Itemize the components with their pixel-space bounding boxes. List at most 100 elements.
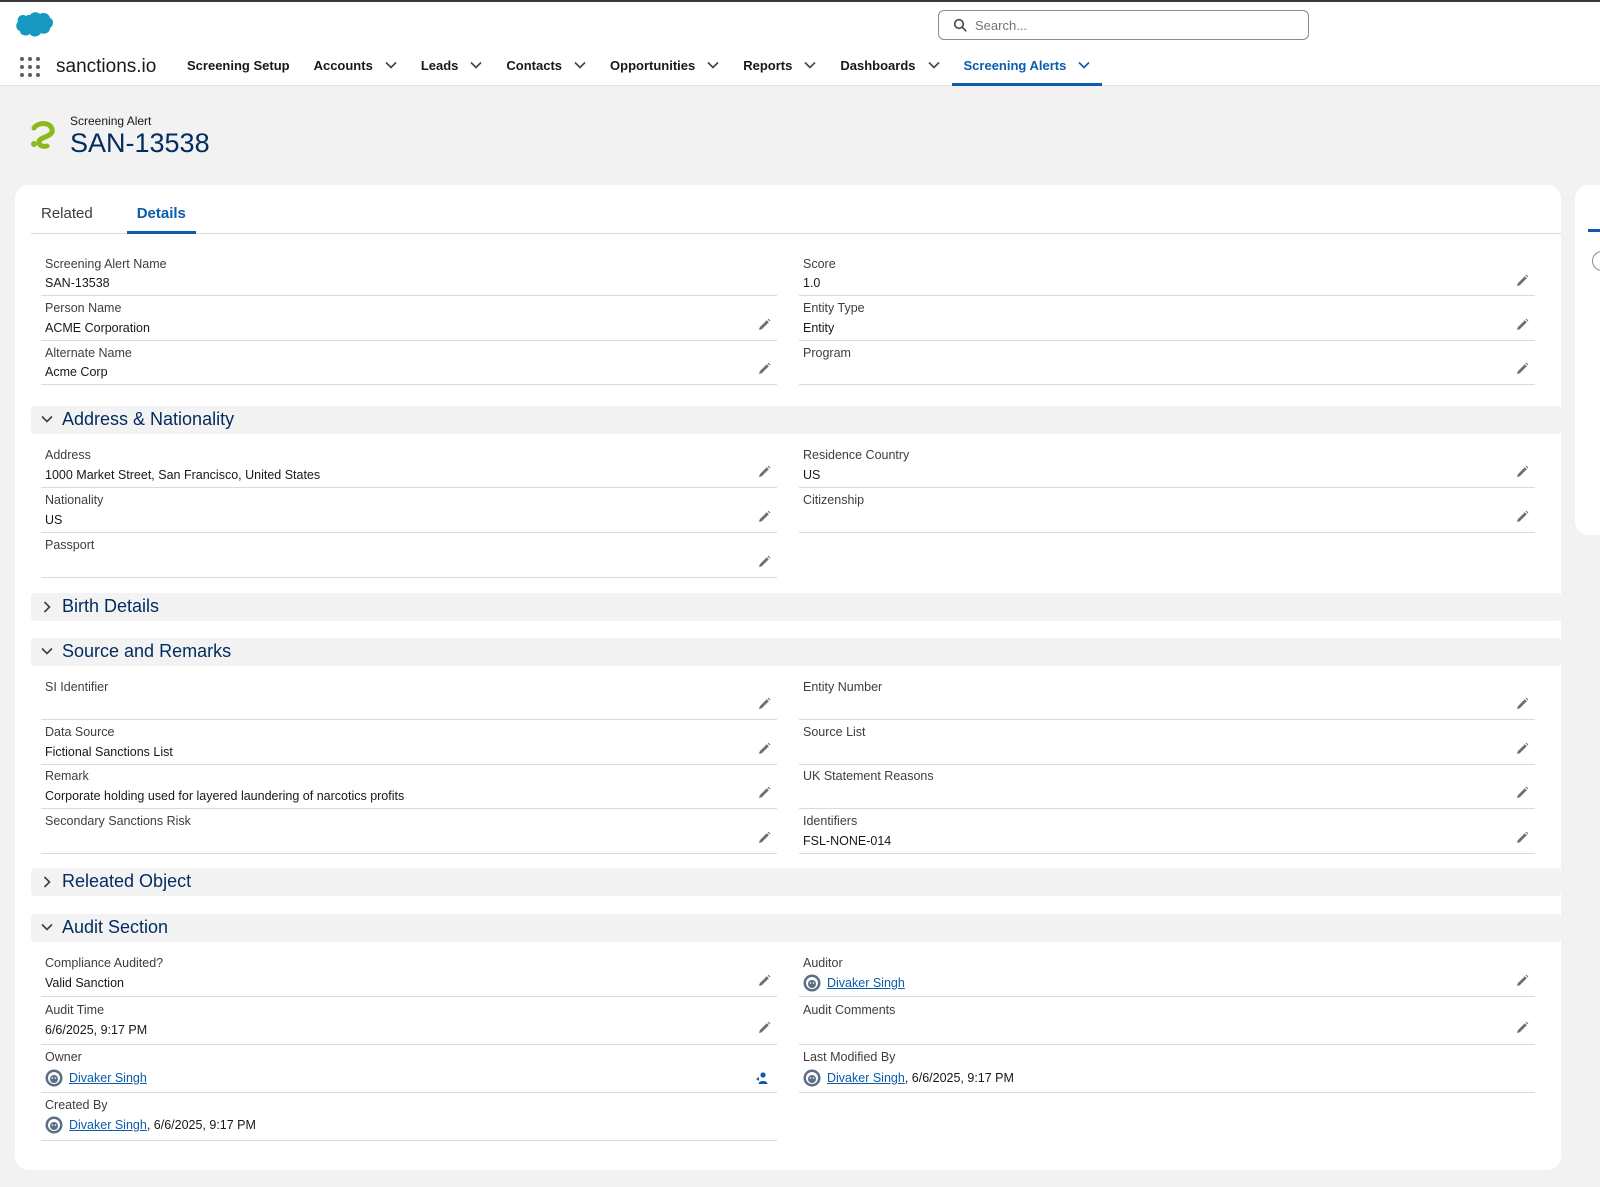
section-audit[interactable]: Audit Section <box>31 914 1561 942</box>
created-by-user-link[interactable]: Divaker Singh <box>69 1118 147 1132</box>
section-related-object[interactable]: Releated Object <box>31 868 1561 896</box>
pencil-edit-icon[interactable] <box>757 318 771 337</box>
field-last-modified-by: Last Modified By Divaker Singh , 6/6/202… <box>799 1046 1535 1093</box>
field-value: Corporate holding used for layered laund… <box>45 789 405 803</box>
app-launcher-icon[interactable] <box>20 57 40 77</box>
chevron-down-icon[interactable] <box>385 61 397 69</box>
nav-item-leads[interactable]: Leads <box>409 52 495 86</box>
pencil-edit-icon[interactable] <box>1515 786 1529 805</box>
global-search-input[interactable]: Search... <box>938 10 1309 40</box>
auditor-user-link[interactable]: Divaker Singh <box>827 976 905 990</box>
nav-item-accounts[interactable]: Accounts <box>302 52 409 86</box>
section-title: Audit Section <box>62 917 169 937</box>
pencil-edit-icon[interactable] <box>757 831 771 850</box>
nav-item-screening-alerts[interactable]: Screening Alerts <box>951 52 1103 86</box>
chevron-down-icon[interactable] <box>470 61 482 69</box>
pencil-edit-icon[interactable] <box>1515 274 1529 293</box>
nav-item-label: Reports <box>743 58 793 73</box>
chevron-right-icon <box>43 601 51 613</box>
field-value: US <box>803 468 821 482</box>
field-label: SI Identifier <box>45 680 109 694</box>
tab-details[interactable]: Details <box>126 199 197 234</box>
section-source-remarks[interactable]: Source and Remarks <box>31 638 1561 666</box>
field-alternate-name: Alternate Name Acme Corp <box>41 342 777 385</box>
sanctions-logo-icon <box>30 120 60 159</box>
record-detail-card: Related Details Screening Alert Name SAN… <box>15 185 1561 1170</box>
pencil-edit-icon[interactable] <box>1515 831 1529 850</box>
change-owner-icon[interactable] <box>755 1071 769 1090</box>
field-address: Address 1000 Market Street, San Francisc… <box>41 444 777 488</box>
owner-user-link[interactable]: Divaker Singh <box>69 1071 147 1085</box>
pencil-edit-icon[interactable] <box>1515 1021 1529 1040</box>
field-label: Alternate Name <box>45 346 132 360</box>
app-name: sanctions.io <box>56 56 157 77</box>
user-avatar-icon <box>45 1069 63 1087</box>
chevron-down-icon[interactable] <box>1078 61 1090 69</box>
chevron-down-icon <box>41 647 53 655</box>
section-address-nationality[interactable]: Address & Nationality <box>31 406 1561 434</box>
pencil-edit-icon[interactable] <box>757 974 771 993</box>
field-label: Entity Type <box>803 301 865 315</box>
pencil-edit-icon[interactable] <box>757 465 771 484</box>
record-title: SAN-13538 <box>70 128 210 158</box>
field-entity-type: Entity Type Entity <box>799 297 1535 341</box>
field-label: Address <box>45 448 91 462</box>
pencil-edit-icon[interactable] <box>1515 742 1529 761</box>
chevron-right-icon <box>43 876 51 888</box>
nav-item-opportunities[interactable]: Opportunities <box>598 52 731 86</box>
section-birth-details[interactable]: Birth Details <box>31 593 1561 621</box>
nav-item-label: Dashboards <box>840 58 916 73</box>
field-label: Citizenship <box>803 493 865 507</box>
field-value: SAN-13538 <box>45 276 110 290</box>
tab-related[interactable]: Related <box>31 199 103 233</box>
field-value: FSL-NONE-014 <box>803 834 892 848</box>
pencil-edit-icon[interactable] <box>1515 974 1529 993</box>
nav-item-contacts[interactable]: Contacts <box>494 52 598 86</box>
field-identifiers: Identifiers FSL-NONE-014 <box>799 810 1535 854</box>
pencil-edit-icon[interactable] <box>757 362 771 381</box>
pencil-edit-icon[interactable] <box>1515 362 1529 381</box>
field-value: Divaker Singh <box>45 1069 147 1087</box>
pencil-edit-icon[interactable] <box>757 510 771 529</box>
field-value: Acme Corp <box>45 365 108 379</box>
search-icon <box>953 18 967 37</box>
record-type-label: Screening Alert <box>70 114 152 128</box>
pencil-edit-icon[interactable] <box>1515 465 1529 484</box>
nav-item-label: Screening Setup <box>187 58 290 73</box>
salesforce-cloud-logo[interactable] <box>14 11 54 44</box>
pencil-edit-icon[interactable] <box>757 697 771 716</box>
field-auditor: Auditor Divaker Singh <box>799 952 1535 997</box>
field-residence-country: Residence Country US <box>799 444 1535 488</box>
chevron-down-icon[interactable] <box>804 61 816 69</box>
field-label: Owner <box>45 1050 82 1064</box>
pencil-edit-icon[interactable] <box>757 786 771 805</box>
field-value: 1.0 <box>803 276 821 290</box>
pencil-edit-icon[interactable] <box>1515 510 1529 529</box>
field-si-identifier: SI Identifier <box>41 676 777 720</box>
pencil-edit-icon[interactable] <box>1515 318 1529 337</box>
pencil-edit-icon[interactable] <box>757 742 771 761</box>
user-avatar-icon <box>803 1069 821 1087</box>
section-title: Releated Object <box>62 871 192 891</box>
field-entity-number: Entity Number <box>799 676 1535 720</box>
nav-item-dashboards[interactable]: Dashboards <box>828 52 951 86</box>
field-value: Divaker Singh , 6/6/2025, 9:17 PM <box>45 1116 256 1134</box>
field-citizenship: Citizenship <box>799 489 1535 533</box>
chevron-down-icon[interactable] <box>707 61 719 69</box>
field-value: 1000 Market Street, San Francisco, Unite… <box>45 468 321 482</box>
nav-item-screening-setup[interactable]: Screening Setup <box>175 52 302 86</box>
field-value: 6/6/2025, 9:17 PM <box>45 1023 148 1037</box>
last-modified-user-link[interactable]: Divaker Singh <box>827 1071 905 1085</box>
pencil-edit-icon[interactable] <box>757 555 771 574</box>
user-avatar-icon <box>45 1116 63 1134</box>
section-title: Source and Remarks <box>62 641 232 661</box>
pencil-edit-icon[interactable] <box>1515 697 1529 716</box>
field-program: Program <box>799 342 1535 385</box>
side-panel-card <box>1575 185 1600 535</box>
nav-item-reports[interactable]: Reports <box>731 52 828 86</box>
chevron-down-icon[interactable] <box>574 61 586 69</box>
pencil-edit-icon[interactable] <box>757 1021 771 1040</box>
field-label: Screening Alert Name <box>45 257 167 271</box>
chevron-down-icon[interactable] <box>927 61 940 69</box>
field-audit-comments: Audit Comments <box>799 998 1535 1045</box>
